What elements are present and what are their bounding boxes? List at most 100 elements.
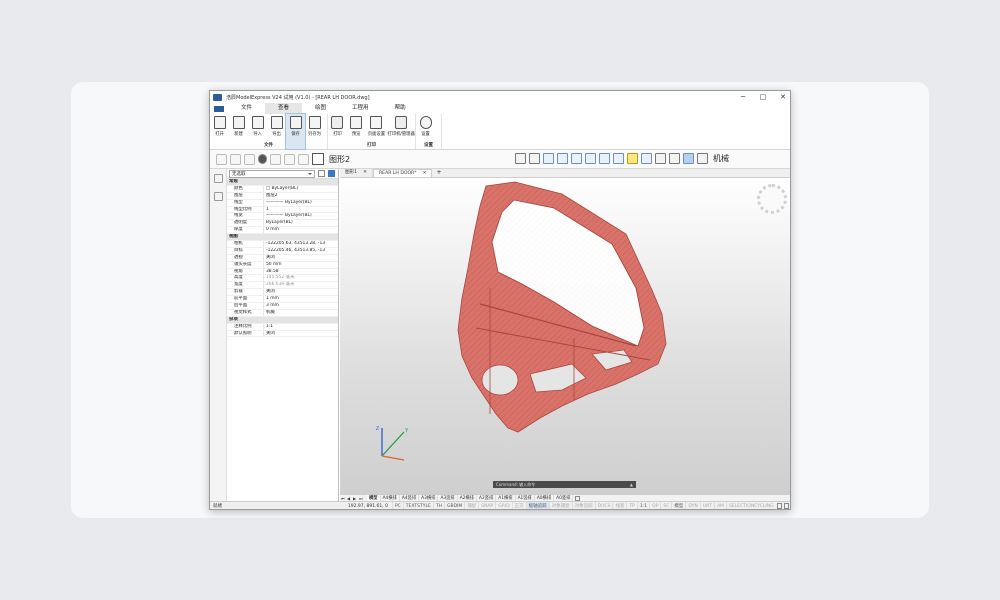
status-toggle[interactable]: SC — [660, 502, 671, 509]
close-button[interactable]: ✕ — [778, 92, 788, 102]
property-row[interactable]: 图层 图层2 — [227, 192, 338, 200]
filter-icon[interactable] — [318, 170, 325, 177]
first-layout-button[interactable]: ⏮ — [341, 496, 346, 501]
status-toggle[interactable]: 1:1 — [636, 502, 649, 509]
current-layer-name[interactable]: 图形2 — [329, 154, 350, 165]
property-value[interactable]: 图层2 — [264, 193, 338, 199]
menu-draw[interactable]: 绘图 — [302, 103, 339, 114]
property-row[interactable]: 透明度 ByLayer(BL) — [227, 220, 338, 228]
property-row[interactable]: 前平面 1 mm — [227, 296, 338, 304]
properties-panel-icon[interactable] — [213, 174, 223, 183]
print-layer-icon[interactable] — [298, 153, 309, 165]
property-row[interactable]: 剪裁 关闭 — [227, 289, 338, 297]
status-toggle[interactable]: 对象追踪 — [571, 502, 595, 509]
status-toggle[interactable]: 捕捉 — [464, 502, 478, 509]
status-toggle[interactable]: QP — [649, 502, 660, 509]
property-value[interactable]: 3 mm — [264, 303, 338, 309]
view-select-icon[interactable] — [557, 153, 568, 164]
property-category[interactable]: 杂项 — [227, 316, 338, 324]
property-value[interactable]: 38.58 — [264, 269, 338, 275]
visual-style-name[interactable]: 机械 — [713, 153, 729, 164]
property-category[interactable]: 常规 — [227, 179, 338, 186]
layer-color-swatch[interactable] — [312, 153, 324, 165]
property-row[interactable]: 相机 -122205.63, 43513.28, -13 — [227, 241, 338, 248]
property-value[interactable]: ByLayer(BL) — [264, 220, 338, 226]
menu-engineering[interactable]: 工程用 — [339, 103, 382, 114]
property-row[interactable]: 默认照明 关闭 — [227, 330, 338, 338]
property-row[interactable]: 颜色 □ ByLayer(BL) — [227, 185, 338, 193]
measure-icon[interactable] — [655, 153, 666, 164]
property-row[interactable]: 厚度 0 mm — [227, 227, 338, 235]
status-toggle[interactable]: 模型 — [671, 502, 685, 509]
brush-icon[interactable] — [515, 153, 526, 164]
tab-drawing1[interactable]: 图形1 ✕ — [340, 169, 373, 177]
status-toggle[interactable]: GRID — [495, 502, 511, 509]
property-value[interactable]: 关闭 — [264, 331, 338, 337]
property-value[interactable]: □ ByLayer(BL) — [264, 186, 338, 192]
view-grid-icon[interactable] — [543, 153, 554, 164]
status-toggle[interactable]: AM — [714, 502, 726, 509]
menu-view[interactable]: 查看 — [265, 102, 303, 115]
lock-icon[interactable] — [284, 153, 295, 165]
zoom-window-icon[interactable] — [571, 153, 582, 164]
property-value[interactable]: 关闭 — [264, 289, 338, 295]
status-toggle[interactable]: 正交 — [511, 502, 526, 509]
redo-icon[interactable] — [230, 153, 241, 165]
status-settings-icon[interactable] — [776, 503, 782, 509]
render-icon[interactable] — [697, 153, 708, 164]
property-row[interactable]: 视角 38.58 — [227, 268, 338, 276]
status-toggle[interactable]: DUCS — [594, 502, 613, 509]
minimize-button[interactable]: ─ — [738, 92, 748, 102]
property-row[interactable]: 注释比例 1:1 — [227, 323, 338, 331]
highlight-icon[interactable] — [627, 153, 638, 164]
property-value[interactable]: 50 mm — [264, 262, 338, 268]
status-toggle[interactable]: 极轴追踪 — [525, 502, 549, 509]
undo-icon[interactable] — [216, 153, 227, 165]
viewcube-compass-icon[interactable] — [757, 184, 787, 214]
command-line[interactable]: Command: 输入命令 ▲ — [493, 481, 636, 488]
regen-icon[interactable] — [244, 153, 255, 165]
property-value[interactable]: 关闭 — [264, 255, 338, 261]
lightbulb-icon[interactable] — [258, 154, 267, 164]
property-value[interactable]: -122205.63, 43513.28, -13 — [264, 241, 338, 247]
property-value[interactable]: 145.552 毫米 — [264, 275, 338, 281]
new-tab-button[interactable]: + — [432, 169, 445, 177]
property-value[interactable]: 266.639 毫米 — [264, 282, 338, 288]
property-value[interactable]: 0 mm — [264, 227, 338, 233]
property-row[interactable]: 宽度 266.639 毫米 — [227, 282, 338, 290]
maximize-button[interactable]: □ — [758, 92, 768, 102]
menu-file[interactable]: 文件 — [228, 103, 265, 114]
status-toggle[interactable]: LWT — [699, 502, 714, 509]
status-toggle[interactable]: SNAP — [478, 502, 495, 509]
property-row[interactable]: 镜头长度 50 mm — [227, 261, 338, 269]
property-value[interactable]: -122205.46, 43513.85, -13 — [264, 248, 338, 254]
selection-dropdown[interactable]: 无选取 — [229, 169, 315, 178]
match-properties-icon[interactable] — [529, 153, 540, 164]
status-toggle[interactable]: TH — [432, 502, 444, 509]
property-row[interactable]: 目标 -122205.46, 43513.85, -13 — [227, 247, 338, 255]
block-library-icon[interactable] — [213, 192, 223, 201]
pan-icon[interactable] — [599, 153, 610, 164]
menu-help[interactable]: 帮助 — [382, 103, 419, 114]
status-toggle[interactable]: SELECTIONCYCLING — [726, 502, 776, 509]
fullscreen-icon[interactable] — [783, 503, 789, 509]
prev-layout-button[interactable]: ◀ — [347, 496, 352, 501]
layout-menu-icon[interactable] — [575, 495, 581, 501]
status-toggle[interactable]: TP — [626, 502, 636, 509]
property-row[interactable]: 线型 ———— ByLayer(BL) — [227, 199, 338, 207]
property-row[interactable]: 线宽 ———— ByLayer(BL) — [227, 213, 338, 221]
drawing-viewport[interactable]: Z Y Command: 输入命令 ▲ — [340, 178, 790, 494]
next-layout-button[interactable]: ▶ — [353, 496, 358, 501]
close-icon[interactable]: ✕ — [423, 170, 427, 177]
status-toggle[interactable]: GBDIM — [444, 502, 464, 509]
status-toggle[interactable]: TEXTSTYLE — [402, 502, 433, 509]
property-category[interactable]: 视图 — [227, 234, 338, 242]
property-value[interactable]: 1 — [264, 207, 338, 213]
close-icon[interactable]: ✕ — [363, 169, 367, 177]
status-toggle[interactable]: DYN — [685, 502, 699, 509]
app-menu-button[interactable] — [210, 103, 228, 114]
tab-rear-lh-door[interactable]: REAR LH DOOR* ✕ — [372, 169, 433, 177]
status-toggle[interactable]: 对象捕捉 — [548, 502, 572, 509]
property-row[interactable]: 线型比例 1 — [227, 206, 338, 214]
property-value[interactable]: 1 mm — [264, 296, 338, 302]
